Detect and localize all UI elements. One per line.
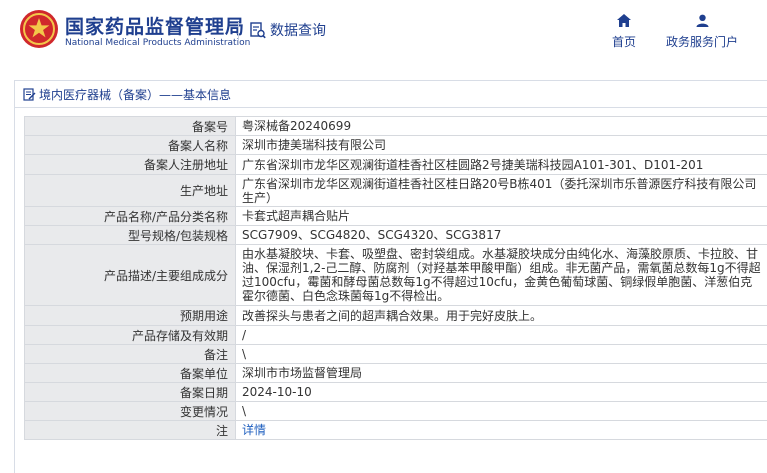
nav-gov-service[interactable]: 政务服务门户 <box>666 14 738 50</box>
table-row: 备案日期 2024-10-10 <box>25 383 767 402</box>
nav-home-label: 首页 <box>612 33 636 50</box>
row-key: 备案日期 <box>25 383 236 402</box>
row-value: \ <box>236 345 767 364</box>
row-value: 深圳市捷美瑞科技有限公司 <box>236 136 767 155</box>
record-info-table: 备案号 粤深械备20240699 备案人名称 深圳市捷美瑞科技有限公司 备案人注… <box>24 116 767 440</box>
row-key: 备案号 <box>25 117 236 136</box>
row-key: 预期用途 <box>25 306 236 326</box>
document-edit-icon <box>23 88 36 101</box>
home-icon <box>617 14 631 27</box>
row-value: / <box>236 326 767 345</box>
table-row: 备案人注册地址 广东省深圳市龙华区观澜街道桂香社区桂圆路2号捷美瑞科技园A101… <box>25 155 767 175</box>
document-search-icon <box>250 22 266 39</box>
table-row: 备案单位 深圳市市场监督管理局 <box>25 364 767 383</box>
table-row: 备案号 粤深械备20240699 <box>25 117 767 136</box>
header-divider <box>238 22 239 44</box>
data-query-label: 数据查询 <box>270 20 326 40</box>
table-row: 型号规格/包装规格 SCG7909、SCG4820、SCG4320、SCG381… <box>25 226 767 245</box>
detail-link[interactable]: 详情 <box>242 423 266 437</box>
row-value: 2024-10-10 <box>236 383 767 402</box>
table-row: 备注 \ <box>25 345 767 364</box>
row-key: 注 <box>25 421 236 440</box>
table-row: 产品描述/主要组成成分 由水基凝胶块、卡套、吸塑盘、密封袋组成。水基凝胶块成分由… <box>25 245 767 306</box>
row-value: 粤深械备20240699 <box>236 117 767 136</box>
row-value: \ <box>236 402 767 421</box>
row-value-cell: 详情 <box>236 421 767 440</box>
breadcrumb: 境内医疗器械（备案）——基本信息 <box>15 81 767 108</box>
brand-name-en: National Medical Products Administration <box>65 38 250 48</box>
row-value: 卡套式超声耦合贴片 <box>236 207 767 226</box>
table-row: 生产地址 广东省深圳市龙华区观澜街道桂香社区桂日路20号B栋401（委托深圳市乐… <box>25 175 767 207</box>
row-value: SCG7909、SCG4820、SCG4320、SCG3817 <box>236 226 767 245</box>
table-row: 预期用途 改善探头与患者之间的超声耦合效果。用于完好皮肤上。 <box>25 306 767 326</box>
row-value: 由水基凝胶块、卡套、吸塑盘、密封袋组成。水基凝胶块成分由纯化水、海藻胶原质、卡拉… <box>236 245 767 306</box>
row-value: 广东省深圳市龙华区观澜街道桂香社区桂圆路2号捷美瑞科技园A101-301、D10… <box>236 155 767 175</box>
row-key: 备案人注册地址 <box>25 155 236 175</box>
row-value: 深圳市市场监督管理局 <box>236 364 767 383</box>
breadcrumb-label: 境内医疗器械（备案）——基本信息 <box>39 86 231 103</box>
user-icon <box>696 14 709 27</box>
row-key: 生产地址 <box>25 175 236 207</box>
row-value: 改善探头与患者之间的超声耦合效果。用于完好皮肤上。 <box>236 306 767 326</box>
nav-home[interactable]: 首页 <box>612 14 636 50</box>
data-query-link[interactable]: 数据查询 <box>250 20 326 40</box>
row-key: 备案人名称 <box>25 136 236 155</box>
row-key: 产品存储及有效期 <box>25 326 236 345</box>
table-row: 产品存储及有效期 / <box>25 326 767 345</box>
nav-gov-service-label: 政务服务门户 <box>666 33 738 50</box>
brand-name-cn: 国家药品监督管理局 <box>65 12 245 39</box>
table-row: 注 详情 <box>25 421 767 440</box>
row-key: 变更情况 <box>25 402 236 421</box>
row-key: 备注 <box>25 345 236 364</box>
row-value: 广东省深圳市龙华区观澜街道桂香社区桂日路20号B栋401（委托深圳市乐普源医疗科… <box>236 175 767 207</box>
row-key: 型号规格/包装规格 <box>25 226 236 245</box>
national-emblem-icon <box>19 9 59 49</box>
table-row: 变更情况 \ <box>25 402 767 421</box>
record-panel: 境内医疗器械（备案）——基本信息 备案号 粤深械备20240699 备案人名称 … <box>14 80 767 473</box>
row-key: 备案单位 <box>25 364 236 383</box>
row-key: 产品描述/主要组成成分 <box>25 245 236 306</box>
table-row: 备案人名称 深圳市捷美瑞科技有限公司 <box>25 136 767 155</box>
table-row: 产品名称/产品分类名称 卡套式超声耦合贴片 <box>25 207 767 226</box>
row-key: 产品名称/产品分类名称 <box>25 207 236 226</box>
site-header: 国家药品监督管理局 National Medical Products Admi… <box>0 0 767 64</box>
